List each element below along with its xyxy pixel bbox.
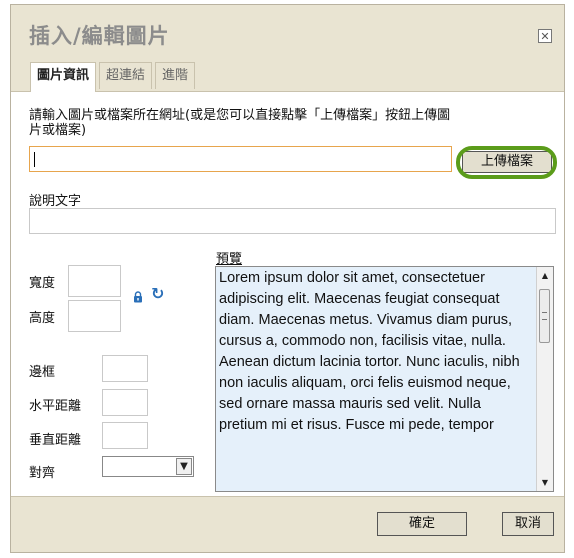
scroll-up-icon[interactable]: ▲ bbox=[537, 267, 553, 284]
tab-advanced[interactable]: 進階 bbox=[155, 62, 196, 89]
hspace-input[interactable] bbox=[102, 389, 148, 416]
lock-icon[interactable] bbox=[133, 291, 143, 303]
insert-image-dialog: 插入/編輯圖片 ✕ 圖片資訊 超連結 進階 請輸入圖片或檔案所在網址(或是您可以… bbox=[10, 4, 565, 553]
align-select[interactable]: ▼ bbox=[102, 456, 194, 477]
align-label: 對齊 bbox=[29, 466, 56, 481]
vspace-input[interactable] bbox=[102, 422, 148, 449]
scroll-thumb[interactable] bbox=[539, 289, 550, 343]
cancel-button[interactable]: 取消 bbox=[502, 512, 554, 536]
border-input[interactable] bbox=[102, 355, 148, 382]
image-info-panel: 請輸入圖片或檔案所在網址(或是您可以直接點擊「上傳檔案」按鈕上傳圖片或檔案) 上… bbox=[11, 92, 564, 497]
border-label: 邊框 bbox=[29, 365, 56, 380]
preview-scrollbar[interactable]: ▲ ▼ bbox=[536, 267, 553, 491]
caption-input[interactable] bbox=[29, 208, 556, 234]
dialog-header: 插入/編輯圖片 ✕ 圖片資訊 超連結 進階 bbox=[11, 5, 564, 92]
ok-button[interactable]: 確定 bbox=[377, 512, 467, 536]
caption-label: 說明文字 bbox=[29, 194, 82, 209]
hspace-label: 水平距離 bbox=[29, 399, 82, 414]
chevron-down-icon[interactable]: ▼ bbox=[176, 458, 192, 475]
text-caret bbox=[34, 152, 35, 167]
preview-text: Lorem ipsum dolor sit amet, consectetuer… bbox=[219, 270, 520, 433]
tab-image-info[interactable]: 圖片資訊 bbox=[30, 62, 97, 92]
height-input[interactable] bbox=[68, 300, 121, 332]
preview-box: Lorem ipsum dolor sit amet, consectetuer… bbox=[215, 266, 554, 492]
url-input[interactable] bbox=[29, 146, 452, 172]
scroll-down-icon[interactable]: ▼ bbox=[537, 474, 553, 491]
width-input[interactable] bbox=[68, 265, 121, 297]
width-label: 寬度 bbox=[29, 276, 56, 291]
vspace-label: 垂直距離 bbox=[29, 433, 82, 448]
preview-label: 預覽 bbox=[216, 252, 243, 267]
tab-hyperlink[interactable]: 超連結 bbox=[99, 62, 153, 89]
reset-size-icon[interactable]: ↻ bbox=[151, 285, 164, 303]
height-label: 高度 bbox=[29, 311, 56, 326]
grip-icon bbox=[542, 312, 547, 320]
dialog-title: 插入/編輯圖片 bbox=[29, 24, 170, 48]
url-label: 請輸入圖片或檔案所在網址(或是您可以直接點擊「上傳檔案」按鈕上傳圖片或檔案) bbox=[29, 108, 451, 138]
tab-bar: 圖片資訊 超連結 進階 bbox=[30, 62, 198, 92]
close-icon[interactable]: ✕ bbox=[538, 29, 552, 43]
dialog-footer: 確定 取消 bbox=[11, 496, 564, 552]
upload-file-button[interactable]: 上傳檔案 bbox=[462, 151, 552, 173]
